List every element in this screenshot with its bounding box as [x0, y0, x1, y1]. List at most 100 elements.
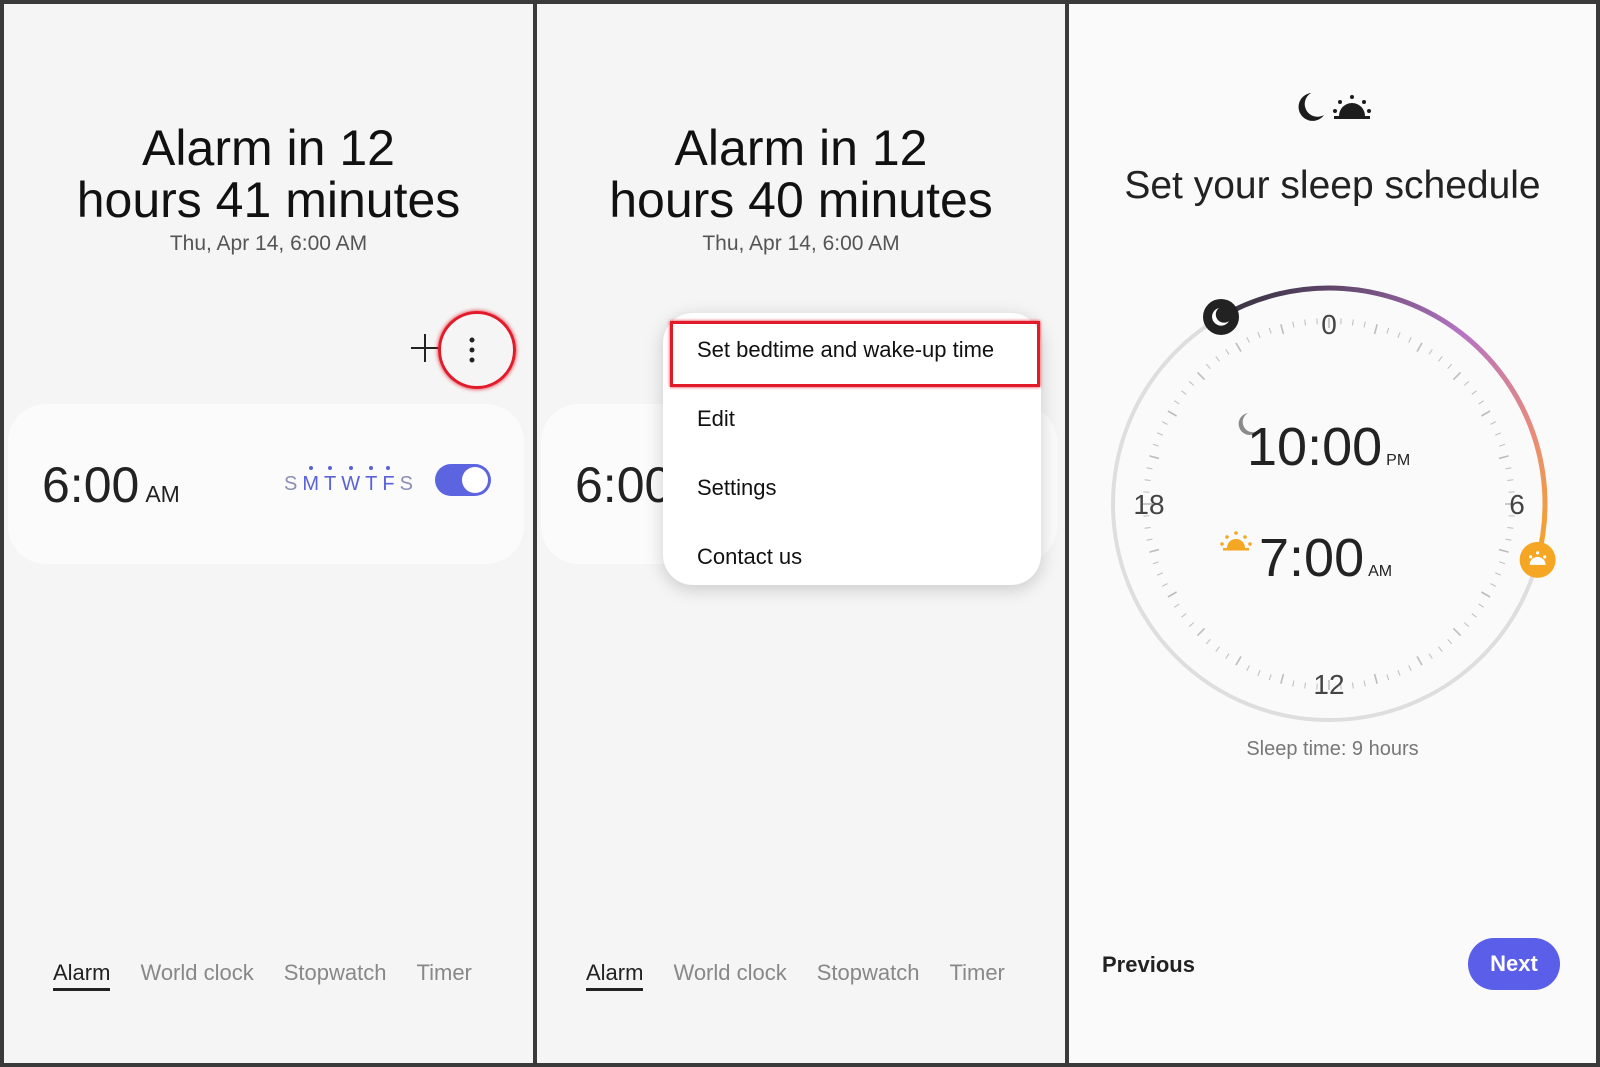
dial-tick: [1304, 319, 1307, 326]
dial-tick: [1481, 410, 1491, 417]
tab-alarm[interactable]: Alarm: [586, 960, 644, 991]
dial-tick: [1397, 331, 1401, 338]
sleep-schedule-title: Set your sleep schedule: [1124, 164, 1541, 207]
dial-tick: [1447, 639, 1453, 645]
dial-tick: [1438, 356, 1443, 362]
dial-tick: [1490, 421, 1497, 425]
dial-tick: [1464, 380, 1470, 386]
dial-tick: [1181, 390, 1187, 395]
dial-tick: [1408, 665, 1412, 672]
alarm-ampm: AM: [145, 481, 180, 507]
dial-tick: [1196, 627, 1206, 637]
headline-line-2: hours 40 minutes: [609, 172, 993, 228]
dial-tick: [1507, 526, 1514, 529]
dial-tick: [1268, 674, 1272, 681]
dial-tick: [1144, 526, 1151, 529]
tab-world-clock[interactable]: World clock: [140, 960, 253, 991]
alarm-toggle[interactable]: [435, 464, 491, 496]
dial-tick: [1386, 327, 1390, 334]
sleep-dial[interactable]: 0 6 12 18: [1089, 264, 1569, 744]
headline-line-2: hours 41 minutes: [76, 172, 461, 228]
tab-timer[interactable]: Timer: [949, 960, 1004, 991]
alarm-time-value: 6:00: [575, 457, 673, 513]
dial-tick: [1235, 342, 1242, 352]
dial-tick: [1188, 622, 1194, 628]
dial-tick: [1196, 371, 1206, 381]
repeat-day: T: [324, 466, 337, 495]
dial-tick: [1416, 342, 1423, 352]
bottom-tabs: Alarm World clock Stopwatch Timer: [586, 960, 1035, 991]
dial-tick: [1146, 538, 1153, 541]
dial-tick: [1225, 653, 1230, 659]
dial-tick: [1373, 324, 1378, 335]
toggle-knob: [462, 467, 488, 493]
dial-tick: [1181, 613, 1187, 618]
dial-tick: [1156, 432, 1163, 436]
dial-tick: [1363, 321, 1366, 328]
dial-tick: [1174, 603, 1180, 608]
dial-label-18: 18: [1133, 489, 1164, 520]
tab-stopwatch[interactable]: Stopwatch: [284, 960, 387, 991]
tab-world-clock[interactable]: World clock: [673, 960, 786, 991]
sleep-schedule-header-icon: [1298, 93, 1371, 121]
dial-label-0: 0: [1321, 309, 1337, 340]
dial-tick: [1499, 443, 1506, 447]
next-alarm-date: Thu, Apr 14, 6:00 AM: [169, 232, 368, 255]
tab-timer[interactable]: Timer: [416, 960, 471, 991]
dial-tick: [1351, 319, 1354, 326]
dial-tick: [1438, 646, 1443, 652]
dial-tick: [1428, 349, 1433, 355]
dial-tick: [1351, 682, 1354, 689]
repeat-day: M: [302, 466, 320, 495]
dial-tick: [1215, 646, 1220, 652]
dial-tick: [1499, 561, 1506, 565]
dial-tick: [1304, 682, 1307, 689]
dial-tick: [1397, 670, 1401, 677]
sleep-duration: Sleep time: 9 hours: [1246, 738, 1419, 760]
menu-item-settings[interactable]: Settings: [697, 475, 777, 501]
dial-tick: [1235, 656, 1242, 666]
dial-tick: [1452, 627, 1462, 637]
dial-tick: [1292, 680, 1295, 687]
add-alarm-icon[interactable]: [408, 331, 442, 365]
bedtime-handle[interactable]: [1203, 298, 1239, 335]
wake-time: 7:00: [1259, 528, 1365, 588]
tab-stopwatch[interactable]: Stopwatch: [817, 960, 920, 991]
wake-readout: 7:00 AM: [1259, 527, 1392, 589]
sleep-schedule-panel: Set your sleep schedule 0 6 12 18 10:00 …: [1069, 4, 1596, 1063]
dial-tick: [1174, 400, 1180, 405]
dial-tick: [1471, 613, 1477, 618]
menu-item-edit[interactable]: Edit: [697, 406, 735, 432]
previous-button[interactable]: Previous: [1102, 952, 1195, 978]
headline-line-1: Alarm in 12: [674, 120, 928, 176]
dial-tick: [1156, 572, 1163, 576]
dial-tick: [1416, 656, 1423, 666]
headline-line-1: Alarm in 12: [142, 120, 395, 176]
dial-tick: [1161, 583, 1168, 587]
bedtime-ampm: PM: [1386, 452, 1411, 469]
dial-tick: [1498, 548, 1509, 553]
wake-handle[interactable]: [1519, 541, 1556, 578]
repeat-day: T: [365, 466, 378, 495]
dial-tick: [1481, 591, 1491, 598]
wake-ampm: AM: [1368, 563, 1393, 580]
dial-label-12: 12: [1313, 669, 1344, 700]
repeat-day: S: [399, 473, 413, 495]
next-button[interactable]: Next: [1468, 938, 1560, 990]
dial-tick: [1167, 591, 1177, 598]
dial-ticks: [1143, 318, 1515, 690]
dial-tick: [1149, 455, 1160, 460]
dial-tick: [1495, 432, 1502, 436]
dial-tick: [1408, 336, 1412, 343]
dial-tick: [1257, 670, 1261, 677]
dial-tick: [1505, 538, 1512, 541]
alarm-card[interactable]: 6:00 AM SMTWTFS: [8, 404, 524, 564]
dial-tick: [1152, 561, 1159, 565]
dial-tick: [1498, 455, 1509, 460]
tab-alarm[interactable]: Alarm: [53, 960, 111, 991]
dial-tick: [1505, 467, 1512, 470]
bottom-tabs: Alarm World clock Stopwatch Timer: [53, 960, 502, 991]
alarm-time-value: 6:00: [42, 457, 140, 513]
menu-item-contact-us[interactable]: Contact us: [697, 544, 802, 570]
dial-tick: [1246, 665, 1250, 672]
